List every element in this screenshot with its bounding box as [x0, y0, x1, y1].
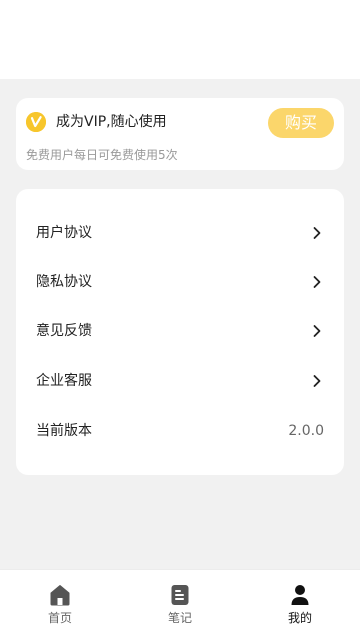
- header-area: [0, 0, 360, 79]
- chevron-right-icon: [310, 374, 324, 388]
- version-value: 2.0.0: [288, 423, 324, 439]
- menu-item-customer-service[interactable]: 企业客服: [16, 359, 344, 403]
- vip-subtitle: 免费用户每日可免费使用5次: [26, 148, 178, 162]
- menu-item-label: 用户协议: [36, 225, 92, 241]
- tab-profile[interactable]: 我的: [240, 570, 360, 640]
- home-icon: [50, 584, 70, 606]
- vip-title: 成为VIP,随心使用: [56, 114, 167, 130]
- tab-home[interactable]: 首页: [0, 570, 120, 640]
- version-label: 当前版本: [36, 423, 92, 439]
- menu-item-user-agreement[interactable]: 用户协议: [16, 211, 344, 255]
- vip-card: 成为VIP,随心使用 购买 免费用户每日可免费使用5次: [16, 98, 344, 170]
- chevron-right-icon: [310, 275, 324, 289]
- tab-label: 我的: [287, 611, 312, 625]
- menu-item-label: 企业客服: [36, 373, 92, 389]
- profile-icon: [290, 584, 310, 606]
- vip-badge-icon: [26, 112, 46, 132]
- chevron-right-icon: [310, 226, 324, 240]
- menu-item-label: 隐私协议: [36, 274, 92, 290]
- bottom-tab-bar: 首页 笔记 我的: [0, 569, 360, 640]
- buy-button[interactable]: 购买: [268, 108, 334, 138]
- tab-label: 笔记: [167, 611, 192, 625]
- menu-item-label: 意见反馈: [36, 323, 92, 339]
- tab-notes[interactable]: 笔记: [120, 570, 240, 640]
- menu-item-feedback[interactable]: 意见反馈: [16, 309, 344, 353]
- settings-list: 用户协议 隐私协议 意见反馈 企业客服 当前版本 2.0.0: [16, 189, 344, 475]
- profile-page: 成为VIP,随心使用 购买 免费用户每日可免费使用5次 用户协议 隐私协议 意见…: [0, 0, 360, 640]
- version-row: 当前版本 2.0.0: [16, 409, 344, 453]
- chevron-right-icon: [310, 324, 324, 338]
- notes-icon: [170, 584, 190, 606]
- tab-label: 首页: [47, 611, 72, 625]
- menu-item-privacy-policy[interactable]: 隐私协议: [16, 260, 344, 304]
